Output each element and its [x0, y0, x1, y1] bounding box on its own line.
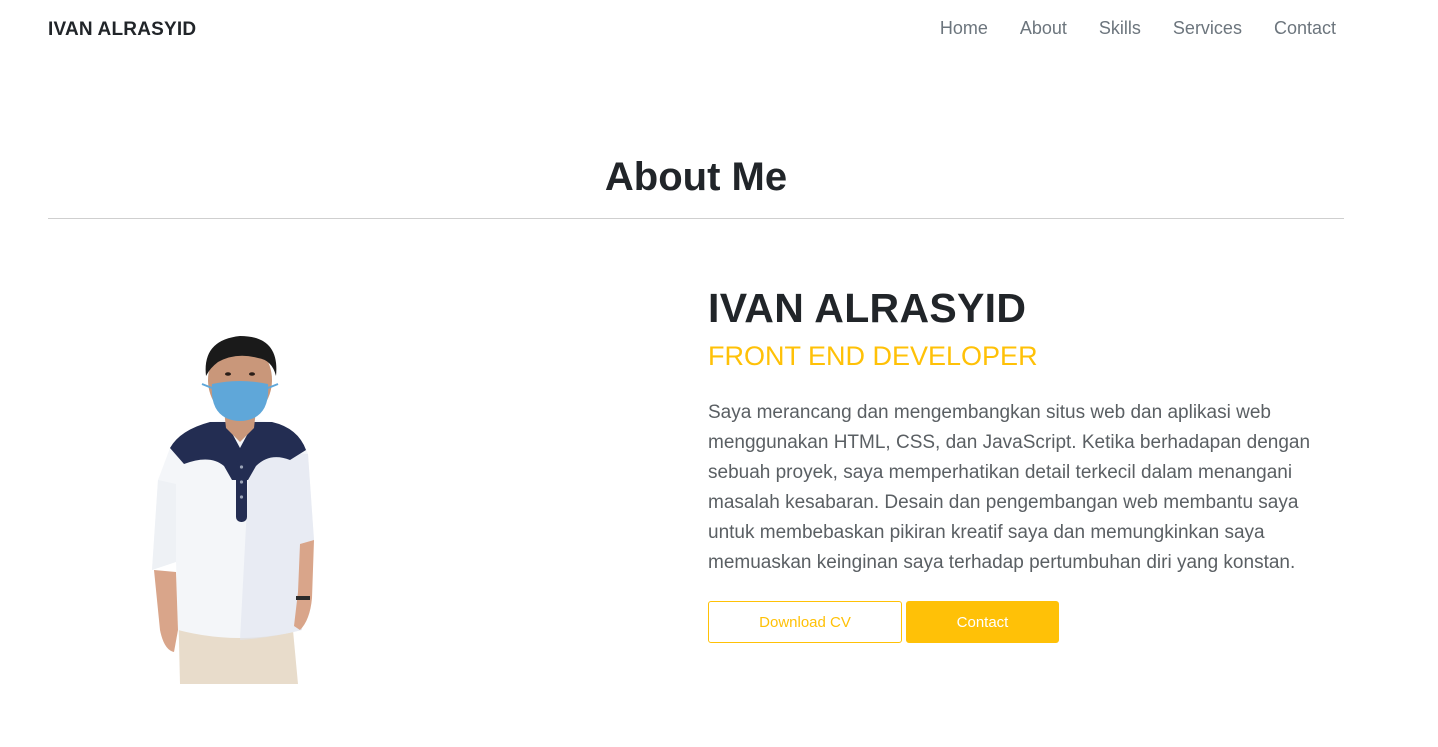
nav-link-skills[interactable]: Skills: [1083, 18, 1157, 39]
profile-bio: Saya merancang dan mengembangkan situs w…: [708, 402, 1311, 573]
brand-logo[interactable]: IVAN ALRASYID: [48, 19, 196, 41]
download-cv-button[interactable]: Download CV: [708, 601, 902, 643]
nav-link-home[interactable]: Home: [924, 18, 1004, 39]
nav-link-about[interactable]: About: [1004, 18, 1083, 39]
nav-link-contact[interactable]: Contact: [1258, 18, 1336, 39]
nav-links: Home About Skills Services Contact: [924, 18, 1336, 39]
section-divider: [48, 218, 1344, 219]
profile-role: FRONT END DEVELOPER: [708, 341, 1038, 371]
nav-link-services[interactable]: Services: [1157, 18, 1258, 39]
contact-button[interactable]: Contact: [906, 601, 1059, 643]
profile-photo: [152, 336, 314, 684]
navbar: IVAN ALRASYID Home About Skills Services…: [0, 0, 1438, 60]
section-title: About Me: [604, 155, 788, 199]
profile-name: IVAN ALRASYID: [708, 285, 1027, 331]
